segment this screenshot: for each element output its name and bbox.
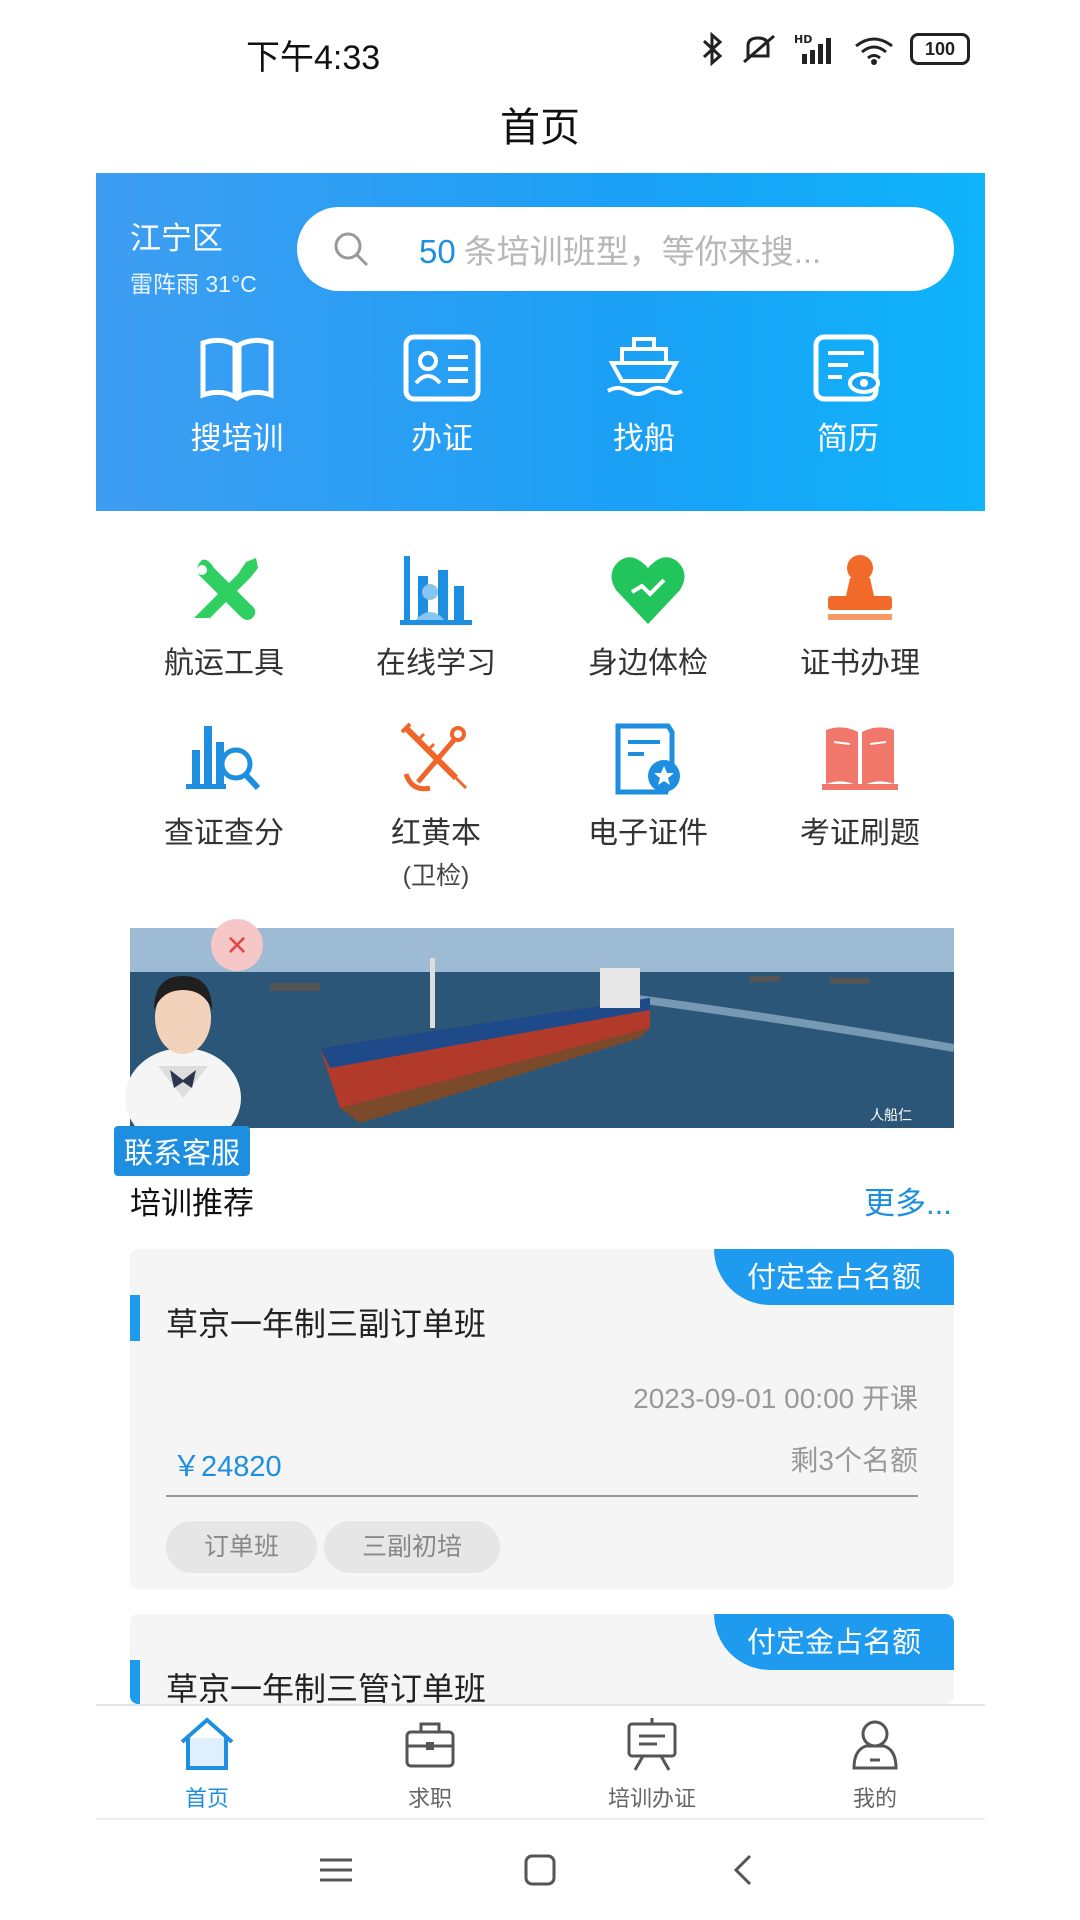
training-board-icon — [627, 1718, 677, 1771]
grid-item-check-scores[interactable]: 查证查分 — [124, 722, 324, 852]
health-heart-icon — [611, 557, 685, 624]
nav-label: 求职 — [407, 1786, 452, 1811]
deposit-ribbon[interactable]: 付定金占名额 — [714, 1249, 954, 1305]
nav-profile[interactable]: 我的 — [800, 1716, 950, 1813]
header-item-find-ship[interactable]: 找船 — [569, 333, 719, 458]
banner-watermark: 人船仁 — [870, 1108, 912, 1124]
more-link[interactable]: 更多... — [864, 1178, 952, 1223]
tools-icon — [194, 558, 258, 620]
e-certificate-icon — [615, 723, 680, 795]
wifi-icon — [855, 37, 893, 65]
grid-item-label: 考证刷题 — [800, 817, 920, 850]
chart-search-icon — [186, 726, 261, 791]
contact-service-button[interactable]: 联系客服 — [114, 1126, 251, 1176]
search-input[interactable]: 50 条培训班型，等你来搜... — [297, 207, 954, 291]
grid-item-label: 在线学习 — [376, 647, 496, 680]
status-bar: 下午4:33 HD 100 — [0, 0, 1080, 100]
ship-icon — [606, 337, 684, 396]
home-square-icon[interactable] — [522, 1852, 558, 1888]
status-time: 下午4:33 — [246, 39, 381, 77]
card-accent-bar — [130, 1295, 140, 1341]
grid-item-label: 红黄本 — [391, 817, 481, 850]
nav-training[interactable]: 培训办证 — [577, 1716, 727, 1813]
status-icons: HD 100 — [700, 32, 970, 66]
header-item-label: 搜培训 — [190, 421, 284, 456]
card-tag: 三副初培 — [324, 1521, 501, 1573]
svg-text:HD: HD — [794, 33, 812, 46]
grid-item-health-check[interactable]: 身边体检 — [548, 552, 748, 682]
grid-item-shipping-tools[interactable]: 航运工具 — [124, 552, 324, 682]
grid-item-label: 电子证件 — [588, 817, 708, 850]
nav-label: 培训办证 — [607, 1786, 696, 1811]
nav-label: 我的 — [852, 1786, 897, 1811]
card-accent-bar — [130, 1660, 140, 1704]
battery-icon: 100 — [910, 33, 970, 65]
resume-icon — [813, 334, 880, 402]
grid-item-red-yellow-book[interactable]: 红黄本 (卫检) — [336, 722, 536, 892]
id-card-icon — [403, 334, 481, 402]
briefcase-icon — [405, 1722, 455, 1768]
grid-item-exam-practice[interactable]: 考证刷题 — [760, 722, 960, 852]
close-icon[interactable]: × — [211, 919, 263, 971]
back-icon[interactable] — [726, 1852, 762, 1888]
header-panel: 江宁区 雷阵雨 31°C 50 条培训班型，等你来搜... 搜培训 办证 找船 简… — [96, 173, 985, 511]
online-learning-icon — [400, 556, 472, 625]
bluetooth-icon — [702, 32, 723, 66]
grid-item-e-certificate[interactable]: 电子证件 — [548, 722, 748, 852]
stamp-icon — [828, 555, 892, 620]
nav-jobs[interactable]: 求职 — [355, 1716, 505, 1813]
book-icon — [200, 337, 274, 402]
deposit-ribbon[interactable]: 付定金占名额 — [714, 1614, 954, 1670]
training-card[interactable]: 付定金占名额 草京一年制三副订单班 2023-09-01 00:00 开课 ￥2… — [130, 1249, 954, 1589]
nav-label: 首页 — [184, 1786, 229, 1811]
bottom-nav: 首页 求职 培训办证 我的 — [96, 1704, 985, 1820]
customer-service-avatar[interactable] — [118, 948, 248, 1128]
district-label[interactable]: 江宁区 — [130, 213, 223, 258]
card-title: 草京一年制三管订单班 — [166, 1671, 487, 1704]
header-item-label: 简历 — [817, 421, 879, 456]
mute-icon — [743, 34, 775, 64]
search-placeholder: 50 条培训班型，等你来搜... — [419, 225, 821, 273]
card-start-date: 2023-09-01 00:00 开课 — [633, 1383, 918, 1414]
card-price: ￥24820 — [172, 1451, 282, 1483]
grid-item-label: 身边体检 — [588, 647, 708, 680]
search-placeholder-text: 条培训班型，等你来搜... — [463, 233, 822, 270]
anchor-syringe-icon — [400, 722, 468, 792]
header-item-certificate[interactable]: 办证 — [367, 333, 517, 458]
menu-icon[interactable] — [318, 1852, 354, 1888]
header-item-resume[interactable]: 简历 — [773, 333, 923, 458]
search-icon — [334, 232, 369, 267]
nav-divider — [96, 1818, 985, 1820]
grid-item-online-learning[interactable]: 在线学习 — [336, 552, 536, 682]
grid-item-certificate-service[interactable]: 证书办理 — [760, 552, 960, 682]
card-tag: 订单班 — [166, 1521, 318, 1573]
weather-label: 雷阵雨 31°C — [130, 271, 257, 297]
header-item-label: 找船 — [613, 421, 675, 456]
card-title: 草京一年制三副订单班 — [166, 1306, 487, 1342]
grid-item-label: 证书办理 — [800, 647, 920, 680]
section-title: 培训推荐 — [130, 1186, 254, 1221]
page-title: 首页 — [500, 106, 580, 150]
grid-item-label: 航运工具 — [164, 647, 284, 680]
header-item-label: 办证 — [411, 421, 473, 456]
card-remaining: 剩3个名额 — [790, 1445, 918, 1476]
open-book-icon — [822, 727, 898, 790]
home-icon — [180, 1717, 234, 1770]
card-divider — [166, 1495, 918, 1497]
grid-item-sublabel: (卫检) — [402, 862, 470, 890]
training-card[interactable]: 付定金占名额 草京一年制三管订单班 — [130, 1614, 954, 1704]
header-item-search-training[interactable]: 搜培训 — [162, 333, 312, 458]
hd-signal-icon: HD — [794, 33, 831, 64]
grid-item-label: 查证查分 — [164, 817, 284, 850]
profile-icon — [852, 1720, 898, 1770]
search-count: 50 — [419, 233, 456, 270]
nav-home[interactable]: 首页 — [132, 1716, 282, 1813]
